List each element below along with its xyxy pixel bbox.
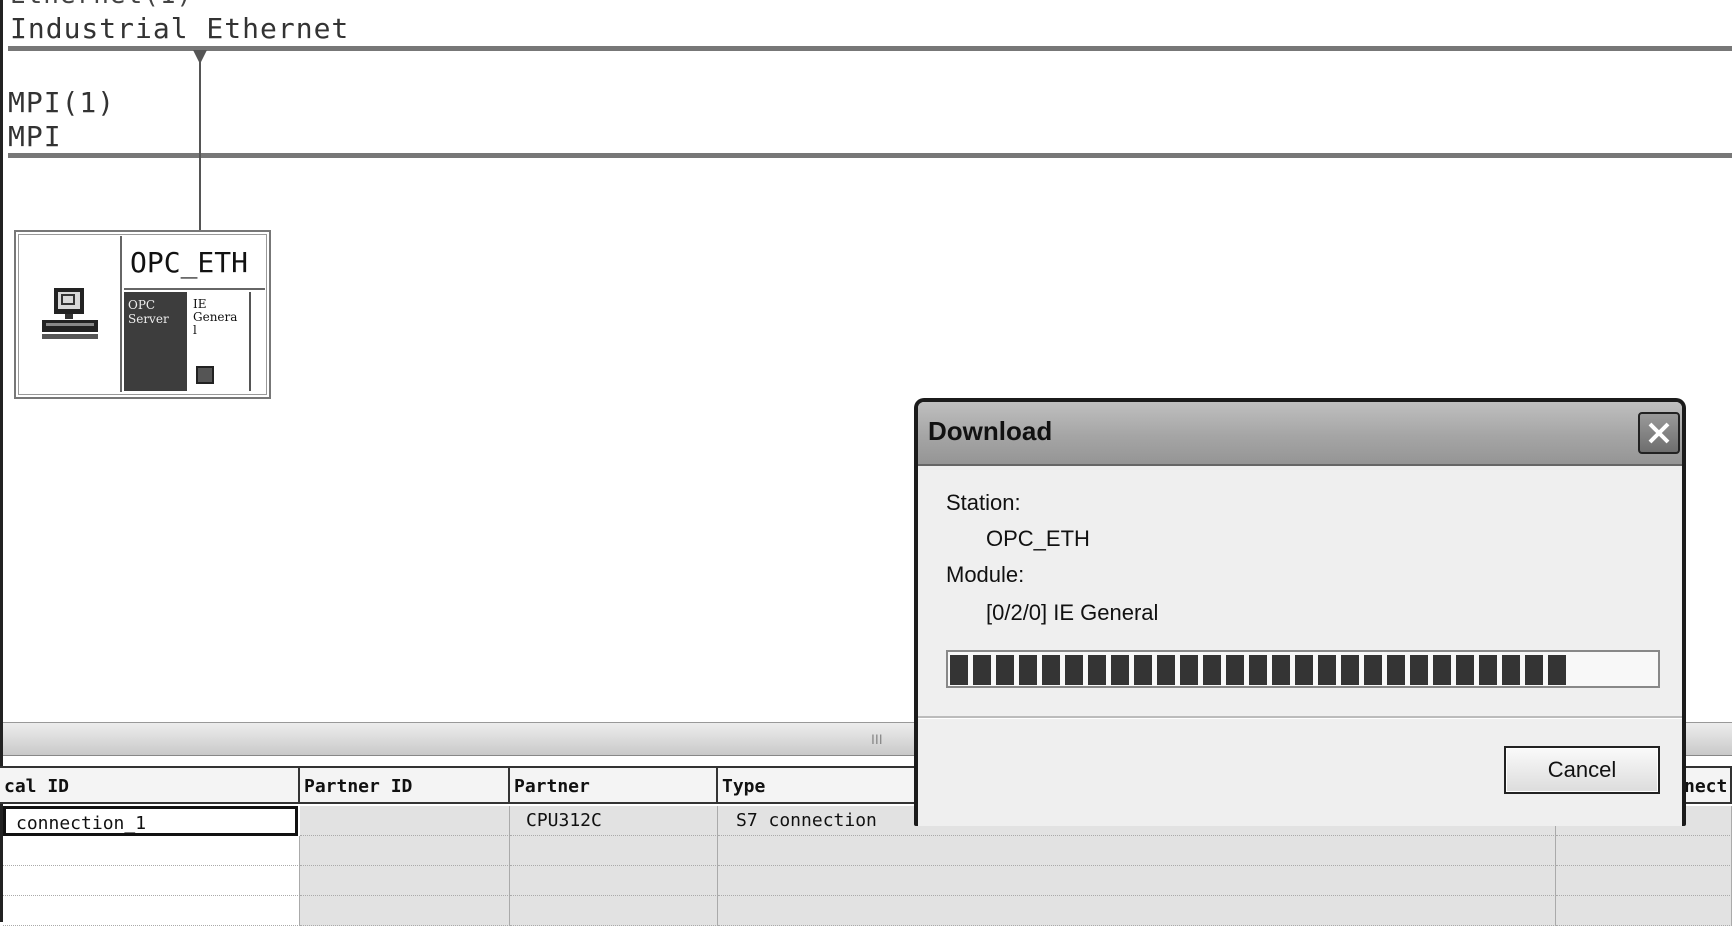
progress-block <box>1456 655 1474 685</box>
progress-block <box>1226 655 1244 685</box>
cell-type[interactable] <box>718 866 1556 896</box>
progress-block <box>1318 655 1336 685</box>
progress-block <box>996 655 1014 685</box>
progress-fill <box>950 655 1571 685</box>
progress-block <box>1433 655 1451 685</box>
ethernet-port-icon <box>196 366 214 384</box>
progress-block <box>1410 655 1428 685</box>
station-connection-line <box>199 51 201 231</box>
progress-block <box>950 655 968 685</box>
splitter-grip-icon[interactable]: III <box>871 731 883 747</box>
progress-block <box>1088 655 1106 685</box>
column-header-partner[interactable]: Partner <box>510 766 718 804</box>
pc-station-cell <box>20 236 122 392</box>
dialog-body: Station: OPC_ETH Module: [0/2/0] IE Gene… <box>918 464 1682 826</box>
station-name: OPC_ETH <box>124 236 265 290</box>
dialog-title: Download <box>928 416 1053 446</box>
cell-partner-id[interactable] <box>300 836 510 866</box>
cancel-button[interactable]: Cancel <box>1504 746 1660 794</box>
download-progress-bar <box>946 650 1660 688</box>
progress-block <box>1065 655 1083 685</box>
dialog-titlebar[interactable]: Download <box>918 402 1682 464</box>
progress-block <box>1479 655 1497 685</box>
progress-block <box>1387 655 1405 685</box>
download-dialog: Download Station: OPC_ETH Module: [0/2/0… <box>914 398 1686 826</box>
cell-partner[interactable]: CPU312C <box>510 806 718 836</box>
progress-block <box>1295 655 1313 685</box>
cell-partner-id[interactable] <box>300 806 510 836</box>
close-icon[interactable] <box>1638 412 1680 454</box>
cell-partner-id[interactable] <box>300 866 510 896</box>
progress-block <box>1548 655 1566 685</box>
progress-block <box>1341 655 1359 685</box>
station-value: OPC_ETH <box>986 526 1090 551</box>
progress-block <box>1157 655 1175 685</box>
progress-block <box>973 655 991 685</box>
table-row[interactable] <box>0 836 1732 866</box>
cell-local-id[interactable] <box>3 866 300 896</box>
progress-block <box>1111 655 1129 685</box>
cell-partner[interactable] <box>510 866 718 896</box>
cell-local-id[interactable] <box>3 836 300 866</box>
progress-block <box>1180 655 1198 685</box>
connection-arrow-icon <box>193 50 207 64</box>
progress-block <box>1042 655 1060 685</box>
progress-block <box>1134 655 1152 685</box>
cell-type[interactable] <box>718 836 1556 866</box>
station-label: Station: <box>946 490 1021 515</box>
progress-block <box>1249 655 1267 685</box>
opc-server-slot[interactable]: OPC Server <box>124 292 187 391</box>
ie-slot-line3: l <box>193 323 197 337</box>
cell-active[interactable] <box>1556 866 1732 896</box>
pc-station-icon <box>42 288 98 339</box>
progress-block <box>1525 655 1543 685</box>
table-row[interactable] <box>0 866 1732 896</box>
mpi-bus-line[interactable] <box>8 153 1732 158</box>
module-value: [0/2/0] IE General <box>986 600 1159 625</box>
clipped-network-label: Ethernet(1) <box>10 0 193 10</box>
column-header-local-id[interactable]: cal ID <box>0 766 300 804</box>
progress-block <box>1203 655 1221 685</box>
station-opc-eth[interactable]: OPC_ETH OPC Server IE Genera l <box>14 230 271 399</box>
mpi-network-type[interactable]: MPI <box>8 120 62 153</box>
ethernet-bus-line[interactable] <box>8 46 1732 51</box>
column-header-partner-id[interactable]: Partner ID <box>300 766 510 804</box>
opc-slot-line1: OPC <box>128 298 156 312</box>
progress-block <box>1019 655 1037 685</box>
progress-block <box>1272 655 1290 685</box>
dialog-separator <box>918 716 1682 719</box>
progress-block <box>1364 655 1382 685</box>
opc-slot-line2: Server <box>128 312 169 326</box>
close-x-glyph <box>1648 422 1670 444</box>
progress-block <box>1502 655 1520 685</box>
module-label: Module: <box>946 562 1025 587</box>
mpi-network-name[interactable]: MPI(1) <box>8 86 115 119</box>
cell-partner[interactable] <box>510 836 718 866</box>
cell-local-id[interactable]: connection_1 <box>3 806 298 836</box>
ethernet-network-label[interactable]: Industrial Ethernet <box>10 12 349 45</box>
ie-slot-line2: Genera <box>193 310 238 324</box>
cell-active[interactable] <box>1556 836 1732 866</box>
